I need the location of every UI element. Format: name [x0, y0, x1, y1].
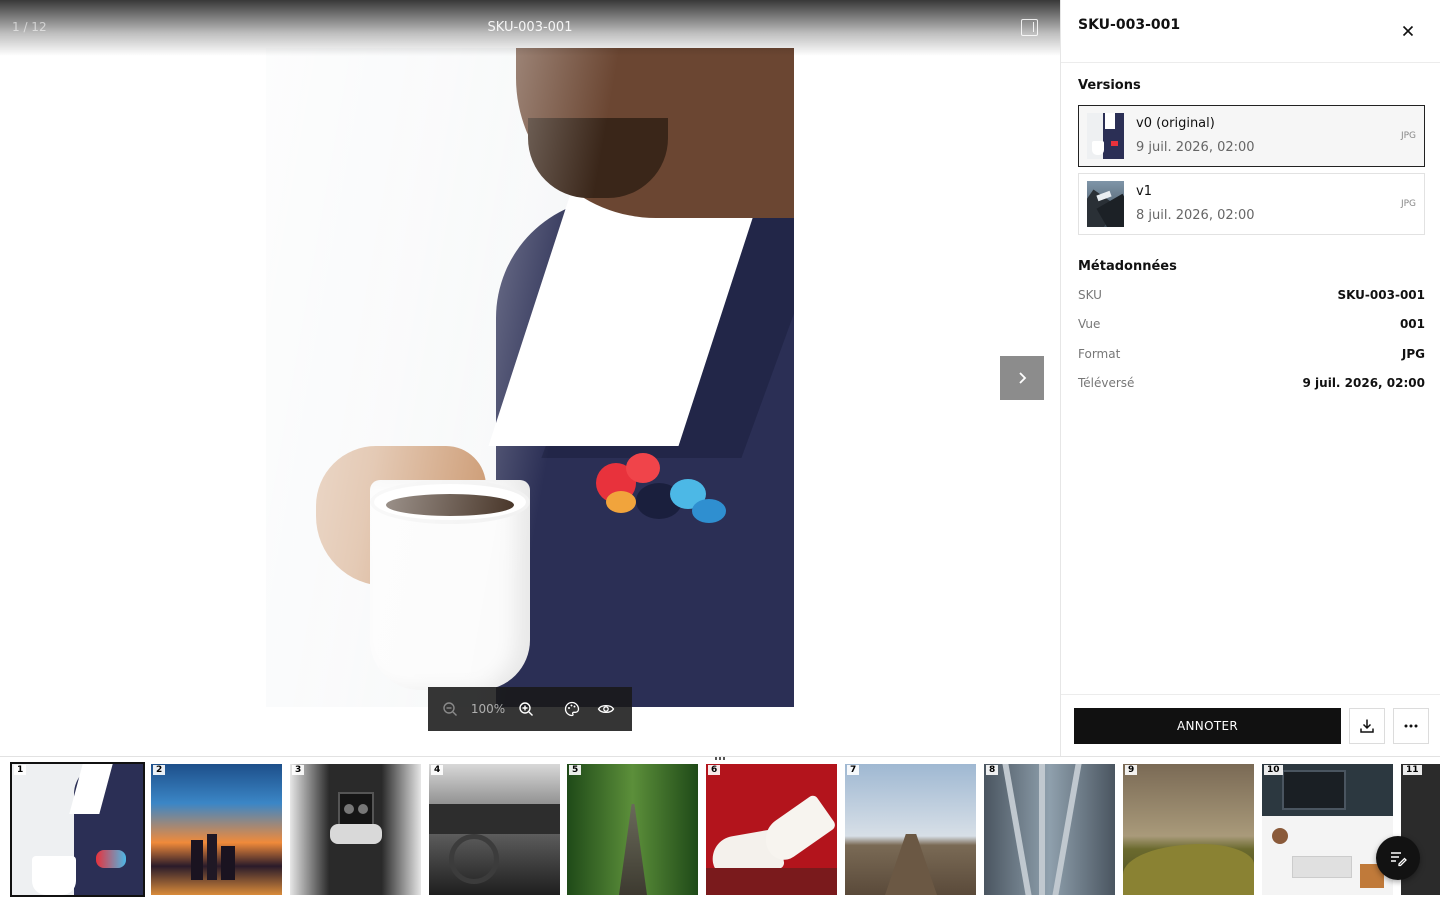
thumb-number: 1	[14, 765, 27, 775]
metadata-key: Format	[1078, 347, 1121, 361]
thumb-number: 10	[1264, 765, 1283, 775]
thumb-image	[984, 764, 1115, 895]
list-edit-icon	[1391, 852, 1407, 867]
main-image[interactable]	[266, 48, 794, 707]
metadata-heading: Métadonnées	[1078, 259, 1177, 274]
zoom-in-button[interactable]	[516, 699, 536, 719]
panel-header: SKU-003-001	[1061, 0, 1440, 63]
thumb-image	[706, 764, 837, 895]
metadata-value: JPG	[1401, 347, 1425, 361]
filmstrip-thumb[interactable]: 7	[845, 764, 976, 895]
more-options-button[interactable]	[1393, 708, 1429, 744]
filmstrip: 1 2 3 4 5 6 7 8 9 10 11	[0, 756, 1440, 900]
metadata-key: Téléversé	[1078, 376, 1135, 390]
version-item-v0[interactable]: v0 (original) 9 juil. 2026, 02:00 JPG	[1078, 105, 1425, 167]
metadata-key: SKU	[1078, 288, 1102, 302]
filmstrip-thumb[interactable]: 4	[429, 764, 560, 895]
version-item-v1[interactable]: v1 8 juil. 2026, 02:00 JPG	[1078, 173, 1425, 235]
download-icon	[1360, 719, 1374, 733]
download-button[interactable]	[1349, 708, 1385, 744]
thumb-image	[1262, 764, 1393, 895]
more-horizontal-icon	[1404, 724, 1418, 728]
close-icon	[1402, 25, 1414, 37]
metadata-value: 001	[1399, 317, 1425, 331]
zoom-toolbar: 100%	[428, 687, 632, 731]
metadata-row-sku: SKU SKU-003-001	[1078, 288, 1425, 306]
versions-heading: Versions	[1078, 78, 1141, 93]
filter-edit-button[interactable]	[1376, 836, 1420, 880]
filmstrip-thumb[interactable]: 5	[567, 764, 698, 895]
thumb-number: 11	[1403, 765, 1422, 775]
metadata-value: SKU-003-001	[1337, 288, 1425, 302]
image-viewer: 1 / 12 SKU-003-001 100%	[0, 0, 1060, 756]
zoom-out-button[interactable]	[440, 699, 460, 719]
thumb-image	[429, 764, 560, 895]
version-format: JPG	[1400, 131, 1416, 141]
palette-icon	[564, 701, 580, 717]
sidebar-toggle-icon[interactable]	[1021, 19, 1038, 36]
metadata-key: Vue	[1078, 317, 1101, 331]
thumb-number: 5	[569, 765, 582, 775]
annotate-button[interactable]: ANNOTER	[1074, 708, 1341, 744]
visibility-button[interactable]	[596, 699, 616, 719]
filmstrip-thumb[interactable]: 10	[1262, 764, 1393, 895]
version-name: v0 (original)	[1136, 116, 1215, 131]
metadata-value: 9 juil. 2026, 02:00	[1302, 376, 1425, 390]
thumb-image	[12, 764, 143, 895]
color-palette-button[interactable]	[562, 699, 582, 719]
filmstrip-thumb[interactable]: 6	[706, 764, 837, 895]
thumb-image	[151, 764, 282, 895]
thumb-number: 4	[431, 765, 444, 775]
thumb-number: 3	[292, 765, 305, 775]
image-viewer-app: 1 / 12 SKU-003-001 100% SKU-003-001 Vers…	[0, 0, 1440, 900]
version-date: 9 juil. 2026, 02:00	[1136, 140, 1255, 155]
thumb-image	[567, 764, 698, 895]
viewer-title: SKU-003-001	[487, 20, 573, 35]
panel-footer: ANNOTER	[1061, 694, 1440, 756]
chevron-right-icon	[1019, 372, 1027, 384]
viewer-topbar: 1 / 12 SKU-003-001	[0, 0, 1060, 56]
thumb-number: 7	[847, 765, 860, 775]
close-panel-button[interactable]	[1397, 20, 1419, 42]
thumb-number: 8	[986, 765, 999, 775]
thumb-image	[1123, 764, 1254, 895]
version-name: v1	[1136, 184, 1152, 199]
version-date: 8 juil. 2026, 02:00	[1136, 208, 1255, 223]
panel-title: SKU-003-001	[1078, 17, 1181, 33]
metadata-row-format: Format JPG	[1078, 347, 1425, 365]
details-panel: SKU-003-001 Versions v0 (original) 9 jui…	[1060, 0, 1440, 756]
zoom-level: 100%	[470, 702, 506, 716]
version-thumbnail	[1087, 113, 1124, 159]
filmstrip-thumb[interactable]: 3	[290, 764, 421, 895]
filmstrip-thumb[interactable]: 1	[10, 762, 145, 897]
zoom-in-icon	[519, 702, 533, 716]
thumb-number: 6	[708, 765, 721, 775]
filmstrip-thumb[interactable]: 9	[1123, 764, 1254, 895]
metadata-row-vue: Vue 001	[1078, 317, 1425, 335]
thumb-number: 9	[1125, 765, 1138, 775]
resize-handle-icon[interactable]	[713, 757, 727, 761]
zoom-out-icon	[443, 702, 457, 716]
version-format: JPG	[1400, 199, 1416, 209]
next-image-button[interactable]	[1000, 356, 1044, 400]
eye-icon	[597, 704, 615, 714]
thumb-image	[290, 764, 421, 895]
thumb-number: 2	[153, 765, 166, 775]
image-haze	[266, 48, 794, 707]
thumb-image	[845, 764, 976, 895]
metadata-row-uploaded: Téléversé 9 juil. 2026, 02:00	[1078, 376, 1425, 394]
filmstrip-thumb[interactable]: 2	[151, 764, 282, 895]
version-thumbnail	[1087, 181, 1124, 227]
filmstrip-thumb[interactable]: 8	[984, 764, 1115, 895]
